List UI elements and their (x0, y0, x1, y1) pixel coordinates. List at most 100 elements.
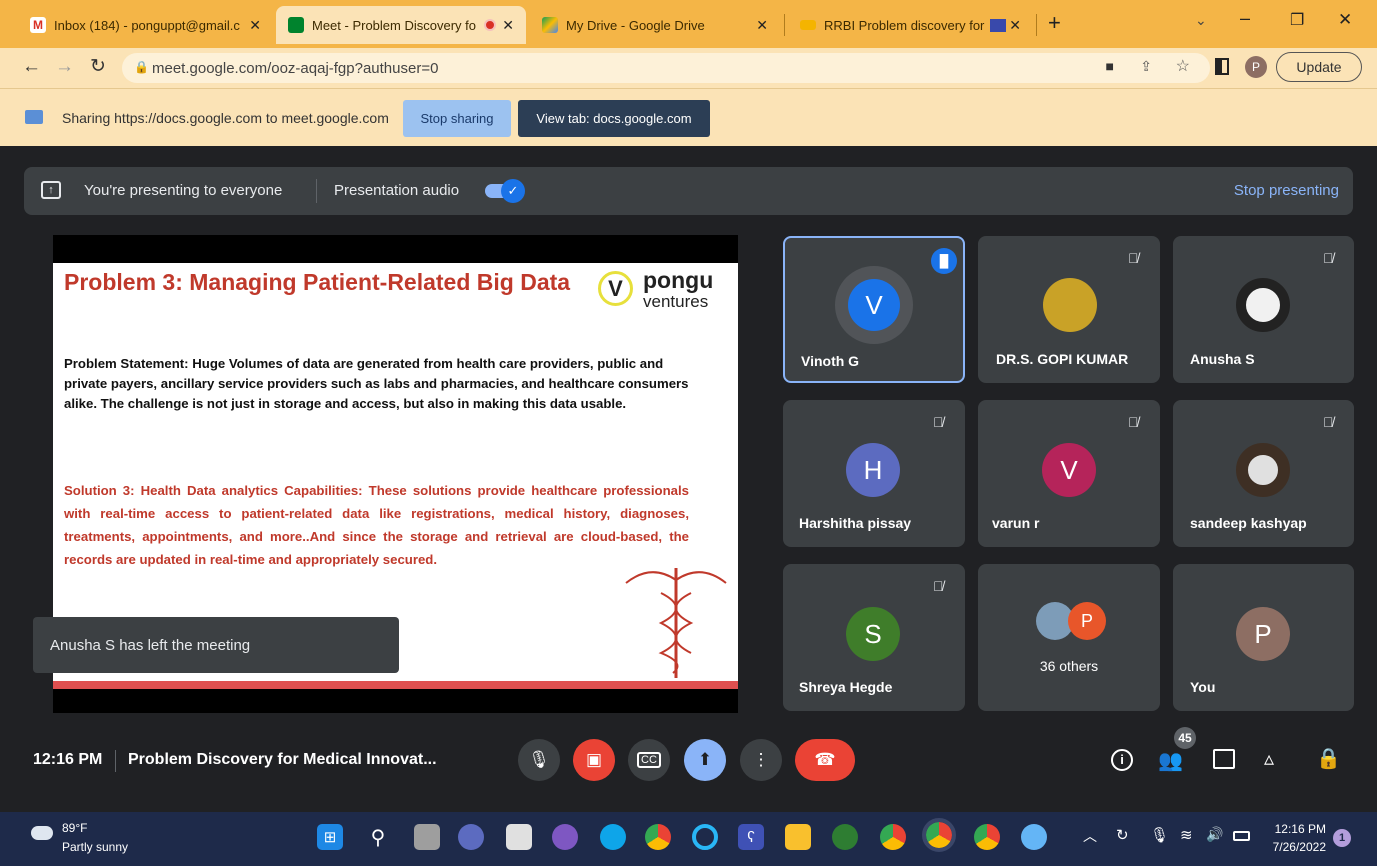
lock-icon: 🔒 (134, 60, 149, 74)
participant-tile[interactable]: 🎙̸ S Shreya Hegde (783, 564, 965, 711)
participant-name: varun r (992, 515, 1040, 531)
back-icon[interactable]: ← (22, 56, 41, 78)
more-options-button[interactable]: ⋮ (740, 739, 782, 781)
address-bar[interactable]: 🔒 meet.google.com/ooz-aqaj-fgp?authuser=… (122, 53, 1210, 83)
activities-icon[interactable]: ▵ (1264, 746, 1274, 771)
clock-time[interactable]: 12:16 PM (1266, 822, 1326, 836)
teams-chat-icon[interactable] (458, 824, 484, 850)
leave-call-button[interactable]: ☎ (795, 739, 855, 781)
notification-badge[interactable]: 1 (1333, 829, 1351, 847)
present-icon: ↑ (41, 181, 61, 199)
paint-icon[interactable] (1021, 824, 1047, 850)
host-controls-icon[interactable]: 🔒 (1316, 746, 1341, 771)
avatar-photo (1236, 278, 1290, 332)
camera-icon[interactable]: ■ (1106, 58, 1114, 74)
profile-avatar[interactable]: P (1245, 56, 1267, 78)
file-explorer-icon[interactable] (785, 824, 811, 850)
participant-tile[interactable]: 🎙̸ V varun r (978, 400, 1160, 547)
others-tile[interactable]: P 36 others (978, 564, 1160, 711)
chrome-profile-icon[interactable] (974, 824, 1000, 850)
clock-date[interactable]: 7/26/2022 (1266, 840, 1326, 854)
sharing-text: Sharing https://docs.google.com to meet.… (62, 110, 389, 126)
participant-tile[interactable]: 🎙̸ H Harshitha pissay (783, 400, 965, 547)
chrome-icon[interactable] (645, 824, 671, 850)
edge-dev-icon[interactable] (832, 824, 858, 850)
chat-icon[interactable] (1213, 749, 1235, 769)
participant-name: Harshitha pissay (799, 515, 912, 531)
reload-icon[interactable]: ↻ (90, 55, 106, 78)
speaking-icon: ▐▌ (931, 248, 957, 274)
participant-tile[interactable]: 🎙̸ sandeep kashyap (1173, 400, 1354, 547)
audio-toggle[interactable]: ✓ (485, 179, 525, 203)
chevron-up-icon[interactable]: ︿ (1083, 826, 1097, 846)
chrome-profile-icon[interactable] (880, 824, 906, 850)
task-view-icon[interactable] (414, 824, 440, 850)
tab-separator (784, 14, 785, 36)
meeting-title: Problem Discovery for Medical Innovat... (128, 751, 437, 768)
close-icon[interactable]: ✕ (1009, 17, 1021, 34)
app-icon[interactable]: ʕ (738, 824, 764, 850)
volume-icon[interactable]: 🔊 (1206, 826, 1223, 843)
avatar: P (1236, 607, 1290, 661)
sync-icon[interactable]: ↻ (1116, 826, 1129, 844)
tab-meet[interactable]: Meet - Problem Discovery fo ✕ (276, 6, 526, 44)
tab-gmail[interactable]: M Inbox (184) - ponguppt@gmail.c ✕ (18, 6, 273, 44)
participant-tile[interactable]: 🎙̸ DR.S. GOPI KUMAR (978, 236, 1160, 383)
present-button[interactable]: ⬆ (684, 739, 726, 781)
logo-text: pongu (643, 267, 714, 293)
update-button[interactable]: Update (1276, 52, 1362, 82)
close-icon[interactable]: ✕ (249, 17, 261, 34)
bookmark-star-icon[interactable]: ☆ (1176, 56, 1190, 76)
close-icon[interactable]: ✕ (756, 17, 768, 34)
camera-off-button[interactable]: ▣ (573, 739, 615, 781)
slides-icon (800, 20, 816, 30)
share-icon[interactable]: ⇪ (1140, 58, 1152, 75)
wifi-icon[interactable]: ≋ (1180, 826, 1193, 844)
tab-separator (1036, 14, 1037, 36)
info-icon[interactable]: i (1111, 749, 1133, 771)
people-icon[interactable]: 👥 (1158, 748, 1183, 773)
chrome-active-icon[interactable] (922, 818, 956, 852)
restore-icon[interactable]: ❐ (1290, 10, 1304, 30)
forward-icon[interactable]: → (55, 56, 74, 78)
mic-off-icon: 🎙̸ (1323, 250, 1334, 266)
participant-name: You (1190, 679, 1216, 695)
new-tab-icon[interactable]: + (1048, 10, 1061, 36)
cortana-icon[interactable] (692, 824, 718, 850)
participant-tile[interactable]: V ▐▌ Vinoth G (783, 236, 965, 383)
minimize-icon[interactable]: – (1240, 8, 1250, 29)
edge-icon[interactable] (600, 824, 626, 850)
close-icon[interactable]: ✕ (502, 17, 514, 34)
stop-presenting-button[interactable]: Stop presenting (1234, 182, 1339, 199)
battery-icon[interactable] (1233, 831, 1250, 841)
audio-label: Presentation audio (334, 182, 460, 199)
mic-icon[interactable]: 🎙 (1150, 826, 1169, 844)
avatar: V (1042, 443, 1096, 497)
avatar-photo (1236, 443, 1290, 497)
stop-sharing-button[interactable]: Stop sharing (403, 100, 511, 137)
participant-tile[interactable]: 🎙̸ Anusha S (1173, 236, 1354, 383)
mic-button[interactable]: 🎙 (518, 739, 560, 781)
captions-button[interactable]: CC (628, 739, 670, 781)
search-icon[interactable]: ⚲ (365, 824, 391, 850)
app-icon[interactable] (552, 824, 578, 850)
presenting-text: You're presenting to everyone (84, 182, 283, 199)
presenting-bar: ↑ You're presenting to everyone Presenta… (24, 167, 1353, 215)
window-close-icon[interactable]: ✕ (1338, 10, 1352, 30)
participant-name: Vinoth G (801, 353, 860, 369)
store-icon[interactable] (506, 824, 532, 850)
tab-drive[interactable]: My Drive - Google Drive ✕ (530, 6, 780, 44)
tab-search-icon[interactable]: ⌄ (1195, 12, 1207, 29)
side-panel-icon[interactable] (1215, 58, 1229, 75)
gmail-icon: M (30, 17, 46, 33)
logo-subtext: ventures (643, 292, 709, 311)
mic-off-icon: 🎙̸ (1128, 414, 1139, 430)
avatar-photo (1043, 278, 1097, 332)
view-tab-button[interactable]: View tab: docs.google.com (518, 100, 710, 137)
captions-icon: CC (637, 752, 661, 768)
self-tile[interactable]: P You (1173, 564, 1354, 711)
tab-slides[interactable]: RRBI Problem discovery for ✕ (788, 6, 1033, 44)
start-icon[interactable]: ⊞ (317, 824, 343, 850)
avatar: S (846, 607, 900, 661)
divider (316, 179, 317, 203)
